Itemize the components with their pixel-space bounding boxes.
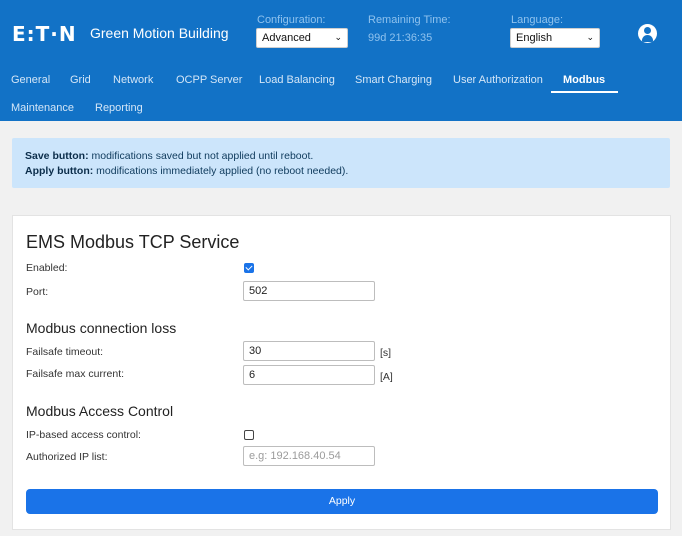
tab-modbus[interactable]: Modbus xyxy=(563,74,605,86)
tab-network[interactable]: Network xyxy=(113,74,153,86)
tab-grid[interactable]: Grid xyxy=(70,74,91,86)
apply-button[interactable]: Apply xyxy=(26,489,658,514)
configuration-value: Advanced xyxy=(262,32,311,44)
top-bar: E:T·N Green Motion Building Configuratio… xyxy=(0,0,682,66)
main-nav: General Grid Network OCPP Server Load Ba… xyxy=(0,66,682,121)
tab-general[interactable]: General xyxy=(11,74,50,86)
tab-load-balancing[interactable]: Load Balancing xyxy=(259,74,335,86)
tab-maintenance[interactable]: Maintenance xyxy=(11,102,74,114)
tab-smart-charging[interactable]: Smart Charging xyxy=(355,74,432,86)
failsafe-current-label: Failsafe max current: xyxy=(26,368,125,380)
eaton-logo: E:T·N xyxy=(12,22,77,46)
failsafe-timeout-label: Failsafe timeout: xyxy=(26,346,104,358)
port-input[interactable] xyxy=(243,281,375,301)
active-tab-indicator xyxy=(551,91,618,93)
tab-user-authorization[interactable]: User Authorization xyxy=(453,74,543,86)
failsafe-timeout-unit: [s] xyxy=(380,347,392,359)
enabled-checkbox[interactable] xyxy=(244,263,254,273)
tab-reporting[interactable]: Reporting xyxy=(95,102,143,114)
port-label: Port: xyxy=(26,286,49,298)
logo-text: E:T·N xyxy=(12,22,77,46)
remaining-time-value: 99d 21:36:35 xyxy=(368,32,433,44)
enabled-label: Enabled: xyxy=(26,262,68,274)
chevron-down-icon: ⌄ xyxy=(334,32,342,42)
access-control-title: Modbus Access Control xyxy=(26,403,174,419)
user-avatar-icon[interactable] xyxy=(638,24,657,43)
authorized-ip-input[interactable] xyxy=(243,446,375,466)
authorized-ip-label: Authorized IP list: xyxy=(26,451,108,463)
language-select[interactable]: English ⌄ xyxy=(510,28,600,48)
connection-loss-title: Modbus connection loss xyxy=(26,320,177,336)
info-banner: Save button: modifications saved but not… xyxy=(12,138,670,188)
info-apply-line: Apply button: modifications immediately … xyxy=(25,165,349,177)
section-title: EMS Modbus TCP Service xyxy=(26,232,240,252)
language-value: English xyxy=(516,32,553,44)
language-label: Language: xyxy=(511,14,563,26)
failsafe-current-input[interactable] xyxy=(243,365,375,385)
ip-access-label: IP-based access control: xyxy=(26,429,141,441)
info-save-line: Save button: modifications saved but not… xyxy=(25,150,314,162)
remaining-time-label: Remaining Time: xyxy=(368,14,451,26)
chevron-down-icon: ⌄ xyxy=(586,32,594,42)
app-title: Green Motion Building xyxy=(90,25,229,41)
configuration-select[interactable]: Advanced ⌄ xyxy=(256,28,348,48)
failsafe-timeout-input[interactable] xyxy=(243,341,375,361)
configuration-label: Configuration: xyxy=(257,14,326,26)
tab-ocpp-server[interactable]: OCPP Server xyxy=(176,74,242,86)
failsafe-current-unit: [A] xyxy=(380,371,393,383)
ip-access-checkbox[interactable] xyxy=(244,430,254,440)
